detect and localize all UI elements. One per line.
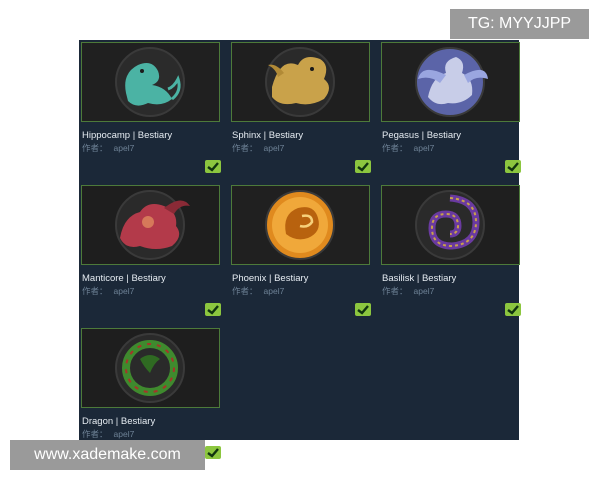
item-thumbnail[interactable] [81, 42, 220, 122]
item-title[interactable]: Pegasus | Bestiary [382, 130, 522, 141]
item-author: 作者： apel7 [232, 286, 285, 296]
item-author: 作者： apel7 [82, 143, 135, 153]
item-thumbnail[interactable] [381, 185, 520, 265]
item-thumbnail[interactable] [231, 42, 370, 122]
workshop-item-hippocamp[interactable]: Hippocamp | Bestiary 作者： apel7 [81, 42, 222, 173]
site-watermark: www.xademake.com [10, 440, 205, 470]
workshop-item-pegasus[interactable]: Pegasus | Bestiary 作者： apel7 [381, 42, 522, 173]
workshop-item-dragon[interactable]: Dragon | Bestiary 作者： apel7 [81, 328, 222, 459]
subscribed-check-icon[interactable] [505, 303, 521, 316]
item-title[interactable]: Phoenix | Bestiary [232, 273, 372, 284]
basilisk-icon [382, 186, 519, 264]
manticore-icon [82, 186, 219, 264]
item-thumbnail[interactable] [81, 185, 220, 265]
workshop-item-manticore[interactable]: Manticore | Bestiary 作者： apel7 [81, 185, 222, 316]
pegasus-icon [382, 43, 519, 121]
item-title[interactable]: Manticore | Bestiary [82, 273, 222, 284]
tg-watermark: TG: MYYJJPP [450, 9, 589, 39]
item-author: 作者： apel7 [382, 286, 435, 296]
subscribed-check-icon[interactable] [205, 446, 221, 459]
subscribed-check-icon[interactable] [505, 160, 521, 173]
item-thumbnail[interactable] [381, 42, 520, 122]
item-title[interactable]: Hippocamp | Bestiary [82, 130, 222, 141]
item-author: 作者： apel7 [382, 143, 435, 153]
item-title[interactable]: Basilisk | Bestiary [382, 273, 522, 284]
item-author: 作者： apel7 [232, 143, 285, 153]
subscribed-check-icon[interactable] [355, 160, 371, 173]
item-author: 作者： apel7 [82, 429, 135, 439]
workshop-item-basilisk[interactable]: Basilisk | Bestiary 作者： apel7 [381, 185, 522, 316]
dragon-icon [82, 329, 219, 407]
workshop-item-sphinx[interactable]: Sphinx | Bestiary 作者： apel7 [231, 42, 372, 173]
subscribed-check-icon[interactable] [205, 303, 221, 316]
sphinx-icon [232, 43, 369, 121]
item-title[interactable]: Sphinx | Bestiary [232, 130, 372, 141]
subscribed-check-icon[interactable] [205, 160, 221, 173]
item-thumbnail[interactable] [81, 328, 220, 408]
hippocamp-icon [82, 43, 219, 121]
subscribed-check-icon[interactable] [355, 303, 371, 316]
item-thumbnail[interactable] [231, 185, 370, 265]
workshop-item-phoenix[interactable]: Phoenix | Bestiary 作者： apel7 [231, 185, 372, 316]
item-title[interactable]: Dragon | Bestiary [82, 416, 222, 427]
workshop-grid: Hippocamp | Bestiary 作者： apel7 Sphinx | B… [79, 40, 522, 459]
item-author: 作者： apel7 [82, 286, 135, 296]
phoenix-icon [232, 186, 369, 264]
